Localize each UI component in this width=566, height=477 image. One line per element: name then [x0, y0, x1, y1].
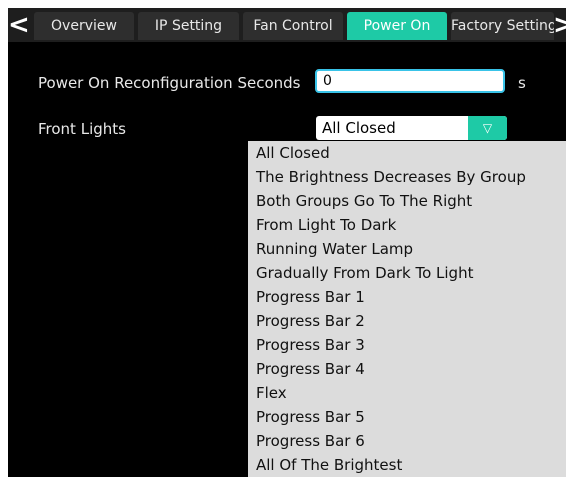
dropdown-option[interactable]: Gradually From Dark To Light — [248, 261, 566, 285]
chevron-left-icon[interactable]: < — [8, 11, 30, 39]
tab-fan-control[interactable]: Fan Control — [243, 12, 343, 40]
dropdown-option[interactable]: Progress Bar 2 — [248, 309, 566, 333]
dropdown-option[interactable]: Running Water Lamp — [248, 237, 566, 261]
dropdown-arrow-icon[interactable]: ▽ — [468, 116, 507, 140]
front-lights-dropdown-list: All Closed The Brightness Decreases By Gr… — [248, 141, 566, 477]
reconfig-seconds-label: Power On Reconfiguration Seconds — [38, 74, 301, 92]
tab-ip-setting[interactable]: IP Setting — [138, 12, 239, 40]
tab-bar: < Overview IP Setting Fan Control Power … — [8, 8, 566, 42]
reconfig-seconds-input[interactable]: 0 — [315, 69, 505, 93]
dropdown-option[interactable]: Progress Bar 6 — [248, 429, 566, 453]
tab-overview[interactable]: Overview — [34, 12, 134, 40]
tab-power-on[interactable]: Power On — [347, 12, 447, 40]
settings-window: < Overview IP Setting Fan Control Power … — [8, 8, 566, 477]
dropdown-option[interactable]: All Closed — [248, 141, 566, 165]
seconds-unit-label: s — [518, 74, 526, 92]
dropdown-option[interactable]: Flex — [248, 381, 566, 405]
dropdown-option[interactable]: Progress Bar 1 — [248, 285, 566, 309]
dropdown-option[interactable]: Progress Bar 5 — [248, 405, 566, 429]
chevron-right-icon[interactable]: > — [553, 11, 566, 39]
dropdown-option[interactable]: From Light To Dark — [248, 213, 566, 237]
dropdown-option[interactable]: All Of The Brightest — [248, 453, 566, 477]
tab-factory-setting[interactable]: Factory Setting — [451, 12, 554, 40]
dropdown-option[interactable]: Progress Bar 4 — [248, 357, 566, 381]
dropdown-option[interactable]: Both Groups Go To The Right — [248, 189, 566, 213]
front-lights-label: Front Lights — [38, 120, 126, 138]
front-lights-selected-value: All Closed — [322, 119, 396, 137]
dropdown-option[interactable]: Progress Bar 3 — [248, 333, 566, 357]
front-lights-select[interactable]: All Closed ▽ — [316, 116, 507, 140]
dropdown-option[interactable]: The Brightness Decreases By Group — [248, 165, 566, 189]
